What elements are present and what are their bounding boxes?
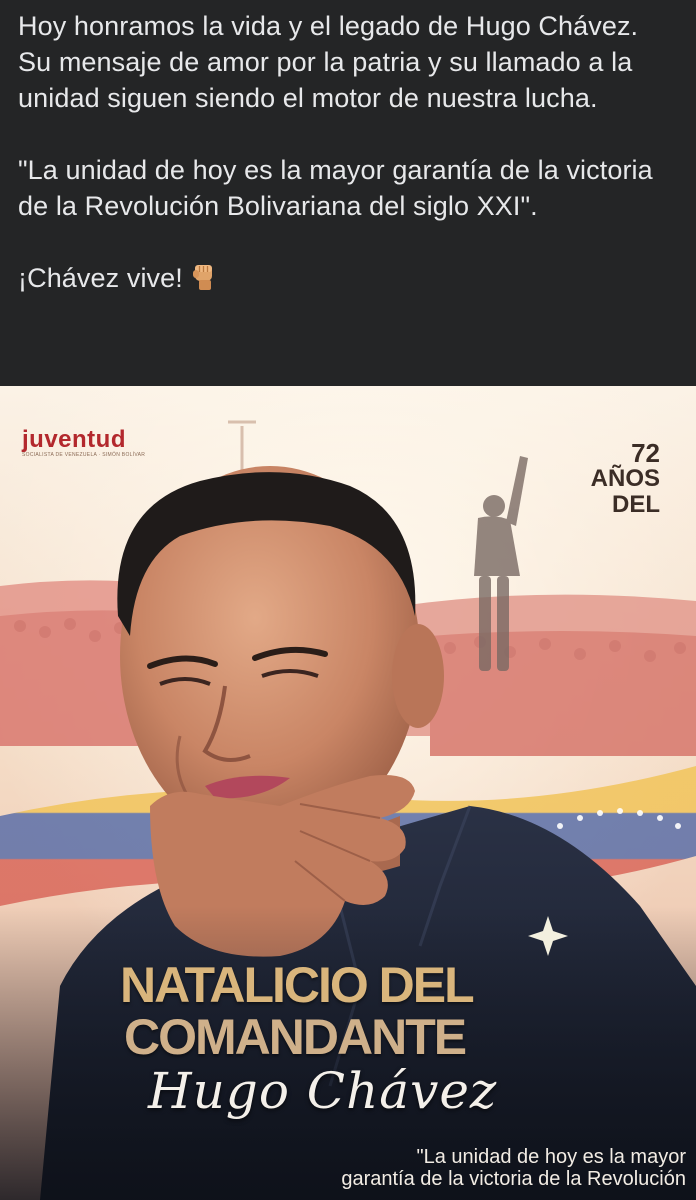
juventud-logo: juventud SOCIALISTA DE VENEZUELA · SIMÓN… bbox=[22, 426, 145, 458]
anniversary-word-1: AÑOS bbox=[590, 465, 660, 492]
anniversary-word-2: DEL bbox=[612, 491, 660, 518]
anniversary-number: 72 bbox=[631, 438, 660, 468]
poster-quote-line-1: "La unidad de hoy es la mayor bbox=[416, 1146, 687, 1168]
post-closing-text: ¡Chávez vive! bbox=[18, 263, 183, 293]
raised-fist-icon bbox=[192, 265, 212, 290]
signature: Hugo Chávez bbox=[148, 1062, 498, 1120]
headline: NATALICIO DEL COMANDANTE bbox=[120, 958, 640, 1062]
post-closing: ¡Chávez vive! bbox=[18, 260, 678, 296]
anniversary-block: 72 AÑOS DEL bbox=[591, 440, 660, 518]
headline-line-2: COMANDANTE bbox=[124, 1009, 467, 1065]
post-paragraph-2: "La unidad de hoy es la mayor garantía d… bbox=[18, 155, 653, 221]
headline-line-1: NATALICIO DEL bbox=[120, 957, 475, 1013]
juventud-logo-text: juventud bbox=[22, 426, 126, 453]
post-text: Hoy honramos la vida y el legado de Hugo… bbox=[0, 0, 696, 386]
juventud-logo-subtext: SOCIALISTA DE VENEZUELA · SIMÓN BOLÍVAR bbox=[22, 452, 146, 458]
poster-quote-line-2: garantía de la victoria de la Revolución bbox=[341, 1168, 686, 1190]
post-image[interactable]: juventud SOCIALISTA DE VENEZUELA · SIMÓN… bbox=[0, 386, 696, 1200]
post-paragraph-1: Hoy honramos la vida y el legado de Hugo… bbox=[18, 11, 639, 113]
poster-quote: "La unidad de hoy es la mayor garantía d… bbox=[316, 1146, 686, 1190]
